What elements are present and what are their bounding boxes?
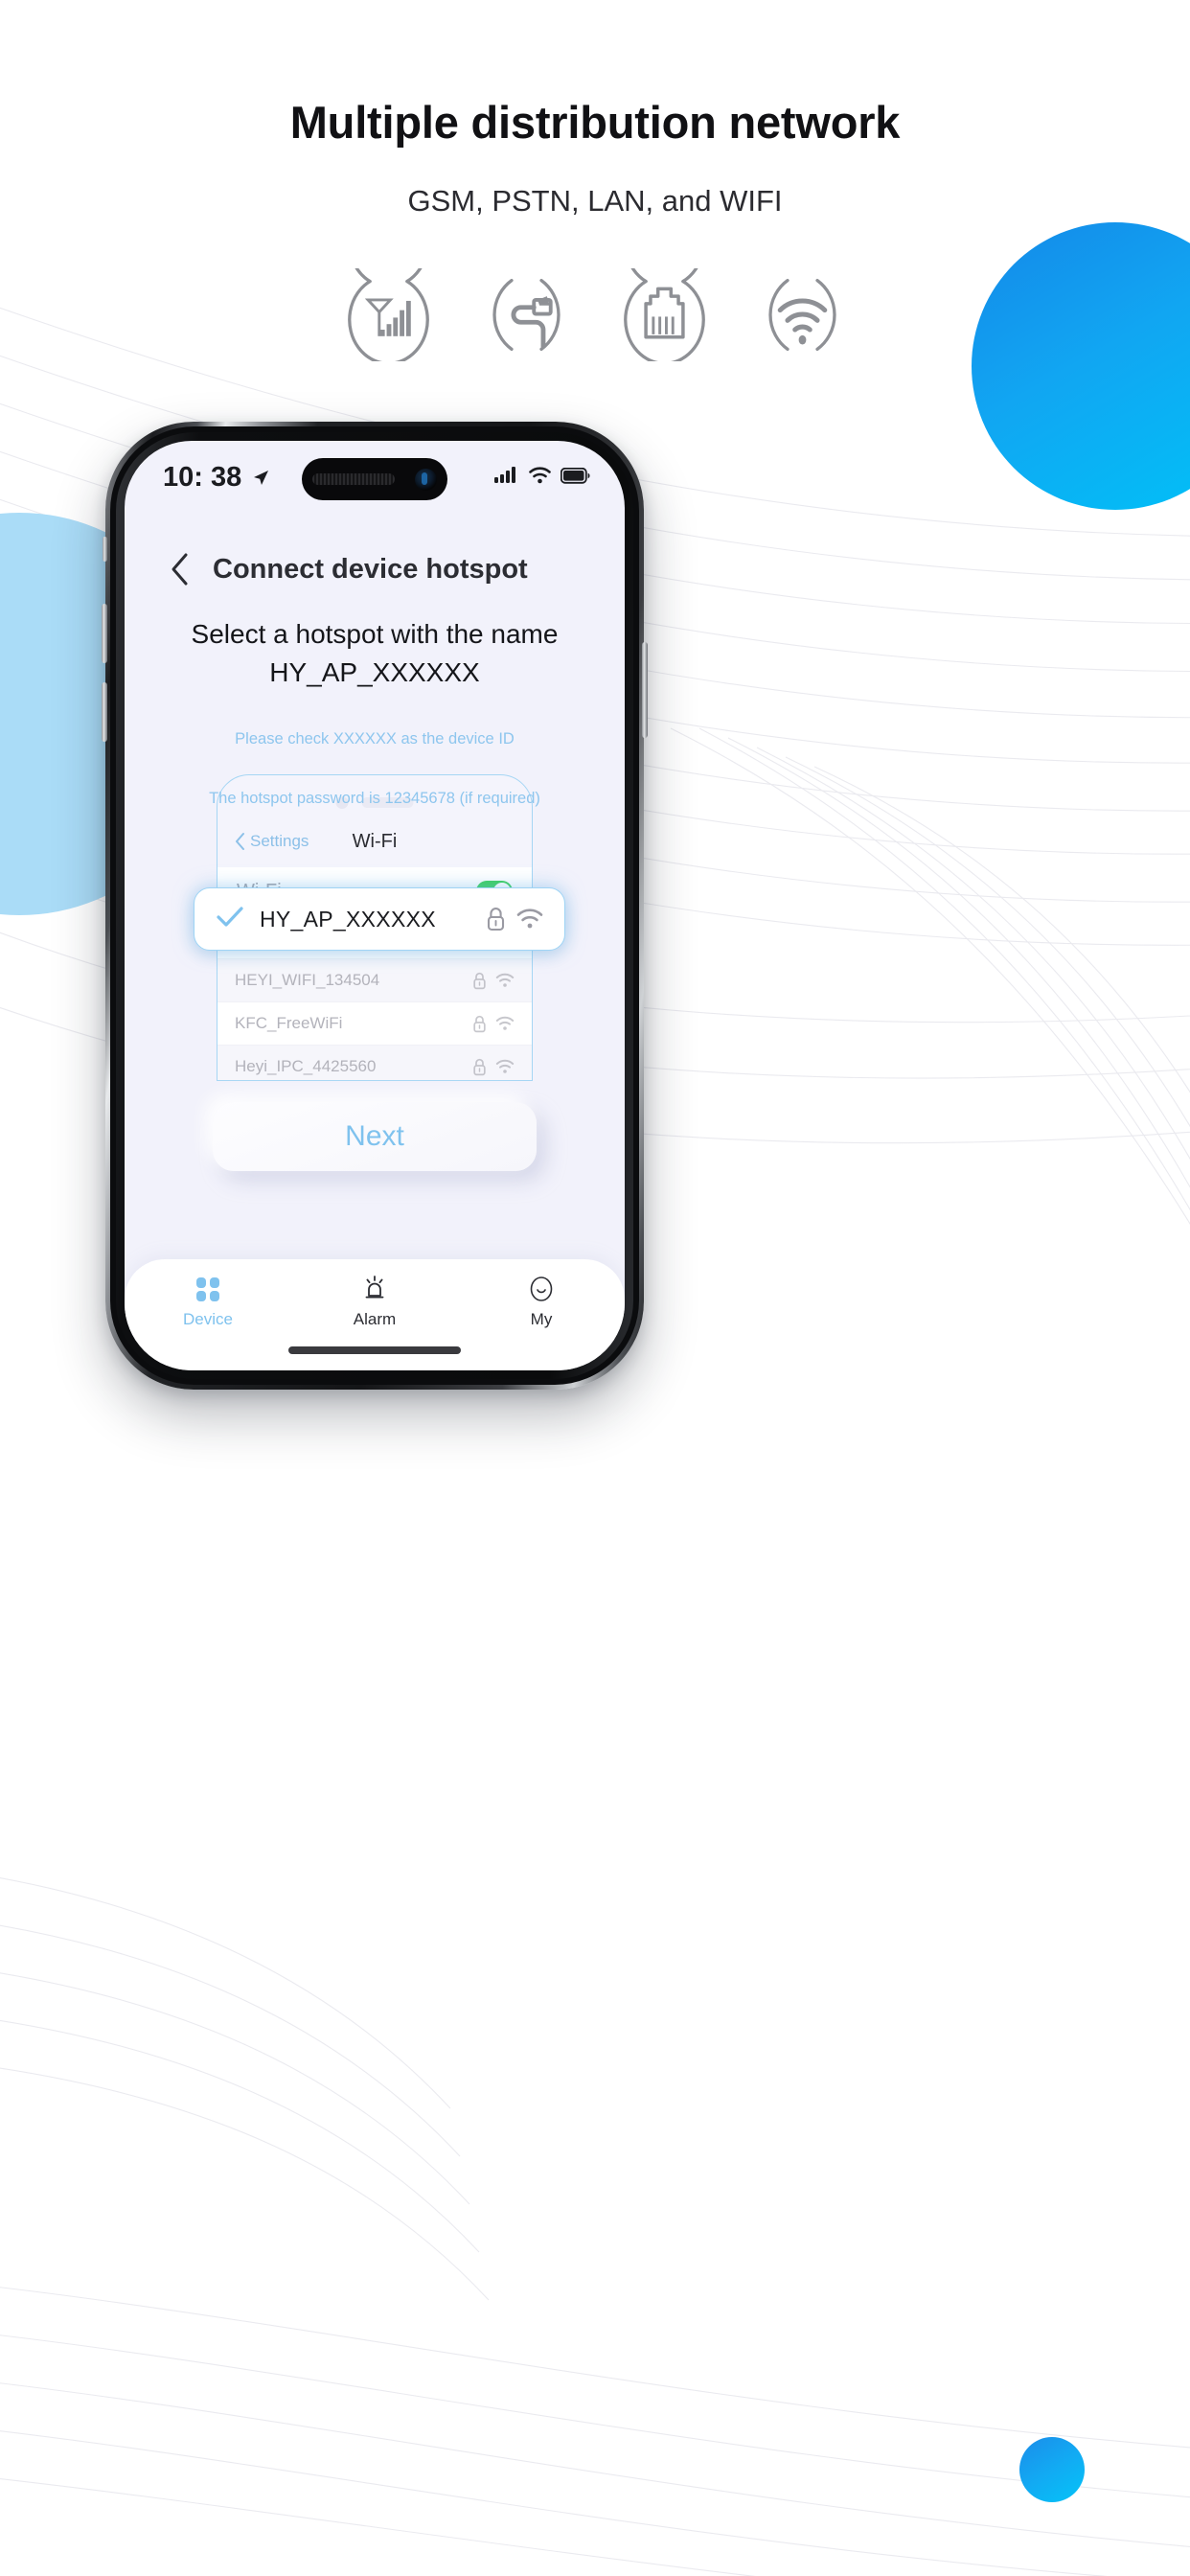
list-item[interactable]: KFC_FreeWiFi <box>217 1001 532 1045</box>
instruction-note-1: Please check XXXXXX as the device ID <box>235 729 515 748</box>
tab-device-label: Device <box>183 1310 233 1328</box>
battery-full-icon <box>561 467 590 484</box>
volume-down-button[interactable] <box>102 682 107 742</box>
wifi-icon <box>516 908 543 929</box>
navigation-header: Connect device hotspot <box>125 540 625 598</box>
instruction-block: Select a hotspot with the name HY_AP_XXX… <box>125 615 625 811</box>
lock-icon <box>473 972 486 989</box>
selected-hotspot-icons <box>486 907 543 932</box>
instruction-line-1: Select a hotspot with the name <box>191 619 559 649</box>
tab-device[interactable]: Device <box>125 1259 291 1329</box>
lock-icon <box>473 1058 486 1075</box>
status-bar-indicators <box>494 466 590 485</box>
wifi-icon <box>756 268 849 361</box>
network-type-icon-row <box>0 268 1190 361</box>
tab-my-label: My <box>530 1310 553 1328</box>
mute-switch-button[interactable] <box>103 537 107 562</box>
chevron-left-icon <box>236 833 244 850</box>
next-button-label: Next <box>345 1120 404 1152</box>
list-item[interactable]: Heyi_IPC_4425560 <box>217 1045 532 1080</box>
checkmark-icon <box>216 906 244 933</box>
wifi-icon <box>495 973 515 987</box>
network-row-icons <box>472 1058 515 1076</box>
phone-screen: 10: 38 Connect device hotspot Select a h… <box>125 441 625 1370</box>
phone-mockup: 10: 38 Connect device hotspot Select a h… <box>102 422 648 1390</box>
status-bar-time: 10: 38 <box>163 462 242 493</box>
mockup-nav-bar: Settings Wi-Fi <box>217 821 532 862</box>
tab-alarm-label: Alarm <box>353 1310 397 1328</box>
network-ssid: Heyi_IPC_4425560 <box>235 1057 377 1075</box>
instruction-line-2: HY_AP_XXXXXX <box>269 656 480 687</box>
dynamic-island <box>302 458 447 500</box>
network-ssid: HEYI_WIFI_134504 <box>235 971 380 989</box>
instruction-note-2: The hotspot password is 12345678 (if req… <box>209 789 540 807</box>
home-indicator[interactable] <box>288 1346 461 1354</box>
location-arrow-icon <box>254 470 269 485</box>
tab-alarm[interactable]: Alarm <box>291 1259 458 1329</box>
network-row-icons <box>472 972 515 990</box>
page-title: Multiple distribution network <box>289 97 901 148</box>
next-button[interactable]: Next <box>213 1102 537 1171</box>
decorative-blue-dot <box>1019 2437 1085 2502</box>
wifi-icon <box>495 1059 515 1073</box>
wifi-icon <box>529 467 551 484</box>
lock-icon <box>473 1015 486 1032</box>
grid-dots-icon <box>196 1277 219 1301</box>
person-face-icon <box>530 1276 553 1301</box>
earpiece-speaker <box>312 473 395 485</box>
hero-section: Multiple distribution network GSM, PSTN,… <box>0 0 1190 218</box>
network-row-icons <box>472 1015 515 1033</box>
mockup-settings-back-button[interactable]: Settings <box>235 832 309 851</box>
page-subtitle: GSM, PSTN, LAN, and WIFI <box>407 184 783 218</box>
mockup-back-label: Settings <box>250 832 309 850</box>
lock-icon <box>487 908 505 932</box>
nav-title: Connect device hotspot <box>213 553 528 585</box>
cellular-signal-icon <box>494 467 515 483</box>
selected-hotspot-card[interactable]: HY_AP_XXXXXX <box>194 887 565 951</box>
network-ssid: KFC_FreeWiFi <box>235 1014 343 1032</box>
pstn-icon <box>480 268 573 361</box>
mockup-title: Wi-Fi <box>352 830 398 852</box>
lan-icon <box>618 268 711 361</box>
selected-hotspot-ssid: HY_AP_XXXXXX <box>260 906 436 932</box>
wifi-icon <box>495 1016 515 1030</box>
status-bar-time-group: 10: 38 <box>163 462 272 494</box>
bottom-tab-bar: Device Alarm My <box>125 1259 625 1370</box>
front-camera <box>415 468 437 491</box>
siren-icon <box>365 1276 384 1299</box>
tab-my[interactable]: My <box>458 1259 625 1329</box>
chevron-left-icon <box>172 553 188 586</box>
back-button[interactable] <box>169 551 192 587</box>
gsm-icon <box>342 268 435 361</box>
status-bar: 10: 38 <box>125 441 625 514</box>
list-item[interactable]: HEYI_WIFI_134504 <box>217 958 532 1001</box>
power-button[interactable] <box>642 642 648 738</box>
volume-up-button[interactable] <box>102 604 107 663</box>
